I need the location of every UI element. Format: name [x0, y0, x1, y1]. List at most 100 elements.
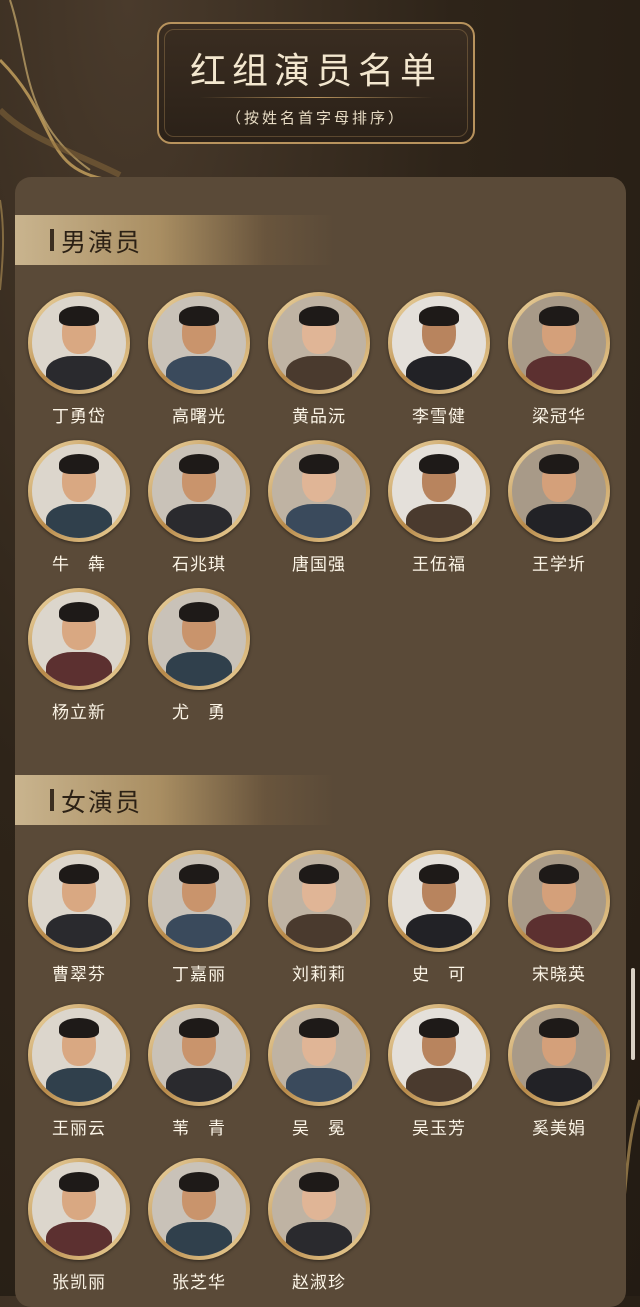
avatar-ring [148, 588, 250, 690]
avatar-hair [539, 306, 579, 326]
avatar [32, 296, 126, 390]
heading-bar [50, 229, 54, 251]
avatar-ring [508, 440, 610, 542]
avatar-body [46, 1068, 112, 1102]
avatar [32, 444, 126, 538]
avatar [152, 1008, 246, 1102]
actor-name: 尤 勇 [172, 703, 226, 723]
avatar-body [286, 1068, 352, 1102]
avatar-hair [179, 1018, 219, 1038]
avatar-ring [28, 1004, 130, 1106]
actor-name: 唐国强 [292, 555, 346, 575]
avatar-hair [59, 1018, 99, 1038]
avatar-ring [508, 850, 610, 952]
avatar-ring [148, 440, 250, 542]
actor-name: 吴玉芳 [412, 1119, 466, 1139]
section-heading-label: 女演员 [61, 788, 143, 817]
actor-name: 曹翠芬 [52, 965, 106, 985]
avatar-hair [419, 454, 459, 474]
actor-name: 张芝华 [172, 1273, 226, 1293]
scrollbar[interactable] [631, 968, 635, 1060]
avatar-hair [419, 864, 459, 884]
page-subtitle: （按姓名首字母排序） [225, 109, 406, 127]
avatar-hair [419, 306, 459, 326]
avatar-body [526, 356, 592, 390]
actor-name: 史 可 [412, 965, 466, 985]
avatar-ring [148, 850, 250, 952]
avatar-body [166, 1222, 232, 1256]
avatar-ring [28, 1158, 130, 1260]
avatar-body [406, 914, 472, 948]
avatar-hair [179, 602, 219, 622]
actor-name: 牛 犇 [52, 555, 106, 575]
actor-name: 石兆琪 [172, 555, 226, 575]
avatar [152, 296, 246, 390]
avatar-ring [388, 850, 490, 952]
avatar-ring [508, 292, 610, 394]
avatar-ring [388, 1004, 490, 1106]
avatar-body [166, 504, 232, 538]
heading-bar [50, 789, 54, 811]
avatar [272, 1008, 366, 1102]
actor-name: 吴 冕 [292, 1119, 346, 1139]
avatar-hair [59, 602, 99, 622]
avatar-body [406, 356, 472, 390]
actor-name: 王伍福 [412, 555, 466, 575]
avatar-body [286, 356, 352, 390]
avatar-body [46, 1222, 112, 1256]
avatar-ring [148, 1004, 250, 1106]
section-heading-label: 男演员 [61, 228, 143, 257]
avatar-hair [299, 454, 339, 474]
avatar-ring [388, 292, 490, 394]
avatar-hair [539, 864, 579, 884]
actor-name: 丁嘉丽 [172, 965, 226, 985]
actor-name: 王丽云 [52, 1119, 106, 1139]
avatar-hair [179, 864, 219, 884]
avatar-ring [148, 292, 250, 394]
avatar-body [46, 914, 112, 948]
avatar-ring [148, 1158, 250, 1260]
avatar-hair [419, 1018, 459, 1038]
avatar-hair [59, 454, 99, 474]
avatar-hair [179, 306, 219, 326]
avatar-ring [268, 440, 370, 542]
avatar [392, 444, 486, 538]
avatar-hair [299, 1018, 339, 1038]
avatar-body [166, 1068, 232, 1102]
avatar-body [166, 652, 232, 686]
section-heading-female: 女演员 [15, 775, 335, 825]
title-box: 红组演员名单 （按姓名首字母排序） [157, 22, 475, 144]
avatar [152, 854, 246, 948]
actor-name: 杨立新 [52, 703, 106, 723]
actor-name: 苇 青 [172, 1119, 226, 1139]
actor-name: 张凯丽 [52, 1273, 106, 1293]
avatar [32, 854, 126, 948]
avatar [272, 854, 366, 948]
avatar-hair [299, 864, 339, 884]
avatar-hair [539, 1018, 579, 1038]
avatar-hair [59, 864, 99, 884]
avatar-ring [28, 588, 130, 690]
avatar-hair [299, 1172, 339, 1192]
avatar [512, 444, 606, 538]
avatar [512, 1008, 606, 1102]
page-title: 红组演员名单 [189, 51, 442, 92]
avatar-body [46, 504, 112, 538]
avatar-ring [508, 1004, 610, 1106]
avatar-body [526, 914, 592, 948]
avatar-ring [268, 1158, 370, 1260]
avatar-hair [179, 454, 219, 474]
avatar [152, 444, 246, 538]
avatar-ring [28, 850, 130, 952]
avatar-ring [388, 440, 490, 542]
avatar-body [46, 652, 112, 686]
avatar [272, 296, 366, 390]
avatar [392, 854, 486, 948]
avatar-ring [268, 1004, 370, 1106]
avatar-ring [28, 440, 130, 542]
actor-name: 王学圻 [532, 555, 586, 575]
actor-name: 李雪健 [412, 407, 466, 427]
avatar-body [286, 914, 352, 948]
avatar-body [406, 504, 472, 538]
avatar [152, 592, 246, 686]
